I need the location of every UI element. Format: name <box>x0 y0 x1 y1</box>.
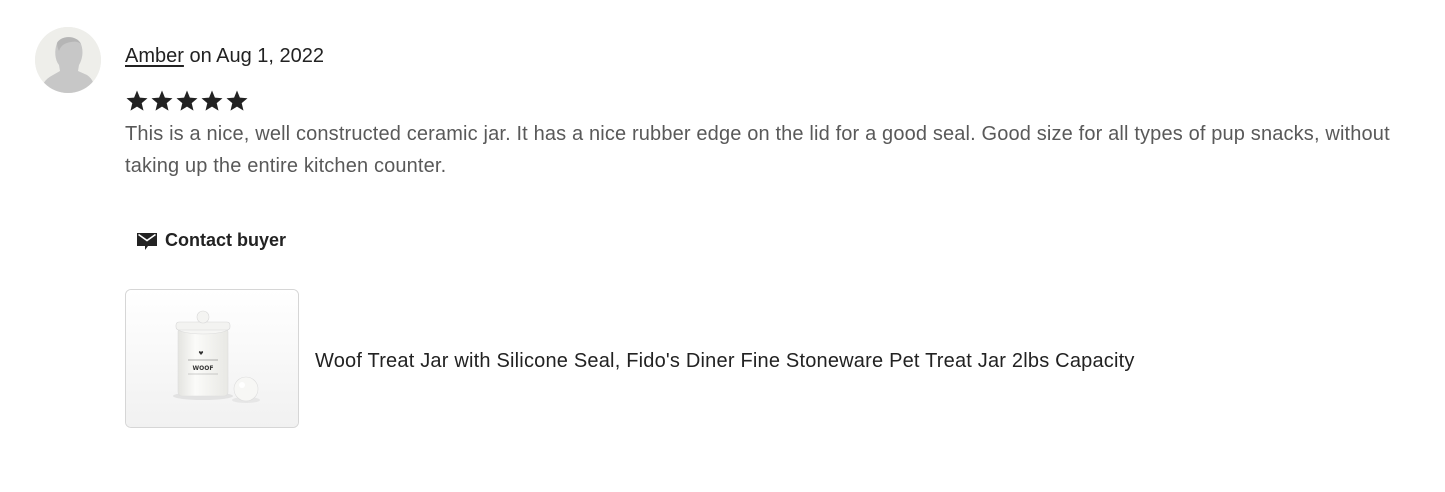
star-icon <box>151 90 173 111</box>
contact-buyer-label: Contact buyer <box>165 229 287 250</box>
star-rating <box>125 89 249 117</box>
product-thumbnail[interactable]: WOOF <box>125 289 299 428</box>
review-date: on Aug 1, 2022 <box>183 45 325 67</box>
product-title-link[interactable]: Woof Treat Jar with Silicone Seal, Fido'… <box>315 346 1135 376</box>
star-icon <box>201 90 223 111</box>
reviewer-name-link[interactable]: Amber <box>125 45 184 67</box>
review-text: This is a nice, well constructed ceramic… <box>125 123 1390 177</box>
treat-jar-image: WOOF <box>126 290 298 427</box>
star-icon <box>176 90 198 111</box>
envelope-icon <box>137 233 157 250</box>
person-silhouette-icon <box>35 27 101 93</box>
review-card: Amber on Aug 1, 2022 This is a nice, wel… <box>0 0 1445 492</box>
contact-buyer-button[interactable]: Contact buyer <box>125 220 296 260</box>
reviewer-avatar[interactable] <box>35 27 101 93</box>
jar-label: WOOF <box>193 365 214 372</box>
star-icon <box>126 90 148 111</box>
review-byline: Amber on Aug 1, 2022 <box>125 43 324 69</box>
star-icon <box>226 90 248 111</box>
